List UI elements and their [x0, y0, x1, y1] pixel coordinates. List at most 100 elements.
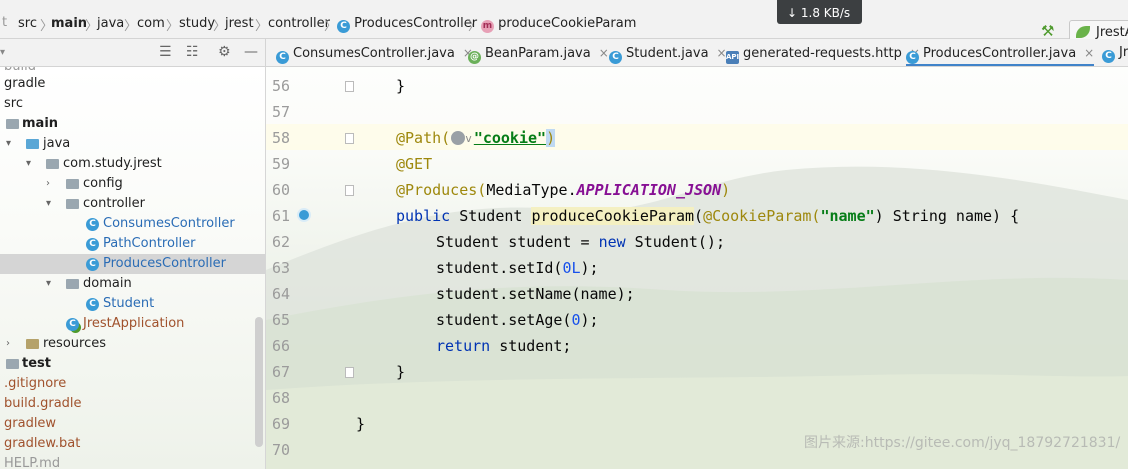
globe-inlay-icon — [451, 131, 466, 145]
endpoint-globe-icon[interactable] — [297, 208, 311, 222]
code-line-63: student.setId(0L); — [436, 259, 599, 277]
breadcrumb-separator: 〉 — [468, 19, 482, 34]
tree-scrollbar[interactable] — [255, 317, 263, 447]
breadcrumb-separator: 〉 — [255, 19, 269, 34]
expand-all-icon[interactable]: ☰ — [159, 44, 172, 60]
line-number: 63 — [271, 259, 290, 277]
chevron-down-icon: ▾ — [46, 278, 52, 289]
tree-item-build-gradle[interactable]: build.gradle — [0, 394, 265, 414]
source-folder-icon — [26, 139, 39, 149]
class-icon: C — [86, 218, 99, 231]
editor-gutter: 56 57 58 59 60 61 62 63 64 65 66 67 68 6… — [266, 67, 354, 469]
tab-student[interactable]: C Student.java × — [609, 39, 727, 66]
code-line-65: student.setAge(0); — [436, 311, 599, 329]
breadcrumb-main[interactable]: main — [51, 16, 87, 31]
class-icon: C — [86, 238, 99, 251]
close-icon[interactable]: × — [599, 46, 609, 60]
tree-item-package[interactable]: ▾ com.study.jrest — [0, 154, 265, 174]
breadcrumb-src[interactable]: src — [18, 16, 37, 31]
breadcrumb-producescontroller-label: ProducesController — [354, 16, 478, 31]
tab-beanparam[interactable]: @ BeanParam.java × — [468, 39, 609, 66]
line-number: 67 — [271, 363, 290, 381]
network-speed-badge: ↓ 1.8 KB/s — [777, 0, 862, 24]
line-number: 69 — [271, 415, 290, 433]
code-line-66: return student; — [436, 337, 572, 355]
code-line-59: @GET — [396, 155, 433, 173]
breadcrumb-separator: 〉 — [124, 19, 138, 34]
tree-item-config[interactable]: › config — [0, 174, 265, 194]
chevron-right-icon: › — [46, 178, 50, 189]
tab-consumescontroller[interactable]: C ConsumesController.java × — [276, 39, 473, 66]
breadcrumb-separator: t — [2, 15, 8, 30]
tree-item-student[interactable]: C Student — [0, 294, 265, 314]
collapse-all-icon[interactable]: ☷ — [186, 44, 199, 60]
package-icon — [46, 159, 59, 169]
breadcrumb-producescontroller[interactable]: C ProducesController — [337, 16, 477, 33]
tree-item-consumescontroller[interactable]: C ConsumesController — [0, 214, 265, 234]
code-editor[interactable]: } @Path(v "cookie") @GET @Produces(MediaT… — [350, 67, 1128, 469]
class-icon: C — [1102, 50, 1115, 63]
tree-item-gradlew[interactable]: gradlew — [0, 414, 265, 434]
line-number: 68 — [271, 389, 290, 407]
breadcrumb-com[interactable]: com — [137, 16, 165, 31]
project-tree: build gradle src main ▾java ▾com.study.j… — [0, 67, 266, 469]
breadcrumb-controller[interactable]: controller — [268, 16, 330, 31]
tree-item-domain[interactable]: ▾ domain — [0, 274, 265, 294]
tree-item-help[interactable]: HELP.md — [0, 454, 265, 469]
tree-item-gitignore[interactable]: .gitignore — [0, 374, 265, 394]
tree-item-jrestapplication[interactable]: C JrestApplication — [0, 314, 265, 334]
breadcrumb-method[interactable]: m produceCookieParam — [481, 16, 636, 33]
code-line-69: } — [356, 415, 366, 433]
tree-item-src[interactable]: src — [0, 94, 265, 114]
class-icon: C — [609, 51, 622, 64]
tree-item-resources[interactable]: › resources — [0, 334, 265, 354]
spring-boot-class-icon: C — [66, 318, 79, 331]
line-number: 62 — [271, 233, 290, 251]
chevron-down-icon: ▾ — [6, 138, 12, 149]
tree-item-controller[interactable]: ▾ controller — [0, 194, 265, 214]
line-number: 57 — [271, 103, 290, 121]
line-number: 61 — [271, 207, 290, 225]
code-line-62: Student student = new Student(); — [436, 233, 725, 251]
image-source-watermark: 图片来源:https://gitee.com/jyq_18792721831/ — [804, 435, 1121, 451]
spring-leaf-icon — [1076, 26, 1090, 38]
tab-generated-requests[interactable]: APIgenerated-requests.http× — [726, 39, 920, 66]
tree-item-gradlew-bat[interactable]: gradlew.bat — [0, 434, 265, 454]
main-menu-bar — [0, 0, 1128, 8]
breadcrumb-method-label: produceCookieParam — [498, 16, 637, 31]
tab-jrest[interactable]: C Jr — [1102, 39, 1128, 66]
run-configuration-label: JrestA — [1096, 25, 1128, 40]
breadcrumb-java[interactable]: java — [97, 16, 124, 31]
folder-icon — [6, 119, 19, 129]
build-hammer-icon[interactable]: ⚒ — [1041, 22, 1059, 40]
code-line-61: public Student produceCookieParam(@Cooki… — [396, 207, 1020, 225]
breadcrumb-separator: 〉 — [166, 19, 180, 34]
dropdown-arrow-icon[interactable]: ▾ — [0, 47, 5, 58]
line-number: 58 — [271, 129, 290, 147]
tree-item-main[interactable]: main — [0, 114, 265, 134]
tree-item-pathcontroller[interactable]: C PathController — [0, 234, 265, 254]
class-icon: C — [276, 51, 289, 64]
tree-item-java[interactable]: ▾ java — [0, 134, 265, 154]
tree-item-test[interactable]: test — [0, 354, 265, 374]
gear-icon[interactable]: ⚙ — [218, 44, 231, 60]
editor-tab-bar: C ConsumesController.java × @ BeanParam.jav… — [266, 39, 1128, 67]
line-number: 56 — [271, 77, 290, 95]
breadcrumb-study[interactable]: study — [179, 16, 215, 31]
close-icon[interactable]: × — [1084, 46, 1094, 60]
code-line-67: } — [396, 363, 406, 381]
code-line-58: @Path(v "cookie") — [396, 129, 556, 147]
tab-producescontroller[interactable]: C ProducesController.java × — [906, 39, 1095, 66]
tree-item-gradle[interactable]: gradle — [0, 74, 265, 94]
breadcrumb-jrest[interactable]: jrest — [225, 16, 254, 31]
package-icon — [66, 199, 79, 209]
code-line-64: student.setName(name); — [436, 285, 635, 303]
class-icon: C — [337, 20, 350, 33]
tree-item-producescontroller[interactable]: C ProducesController — [0, 254, 265, 274]
line-number: 60 — [271, 181, 290, 199]
line-number: 65 — [271, 311, 290, 329]
chevron-right-icon: › — [6, 338, 10, 349]
hide-panel-icon[interactable]: — — [244, 44, 258, 60]
project-panel-toolbar: ▾ ☰ ☷ ⚙ — — [0, 39, 266, 67]
class-icon: C — [86, 298, 99, 311]
